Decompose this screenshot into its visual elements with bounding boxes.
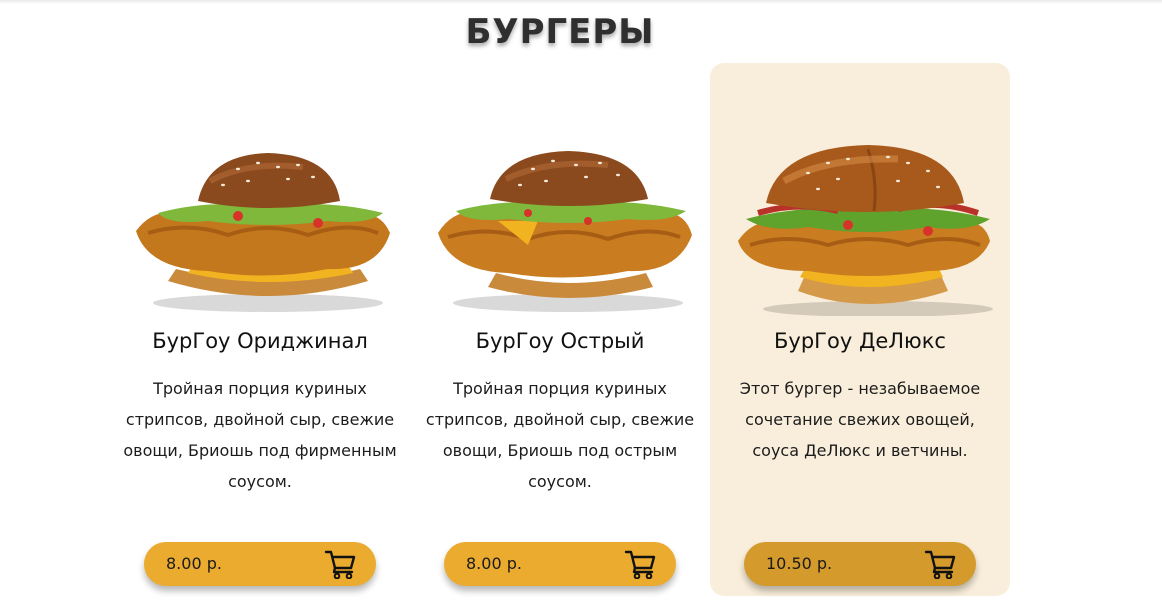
burger-photo[interactable] [128,141,393,316]
product-name[interactable]: БурГоу Острый [410,329,710,353]
product-price: 8.00 р. [166,554,222,573]
burger-photo[interactable] [428,141,693,316]
product-name[interactable]: БурГоу Ориджинал [110,329,410,353]
add-to-cart-button[interactable]: 8.00 р. [444,542,676,586]
add-to-cart-button[interactable]: 8.00 р. [144,542,376,586]
cart-icon [324,550,356,579]
header-divider [0,0,1162,4]
product-description: Тройная порция куриных стрипсов, двойной… [425,379,695,491]
cart-icon [624,550,656,579]
product-description: Тройная порция куриных стрипсов, двойной… [123,379,397,491]
product-price: 10.50 р. [766,554,833,573]
add-to-cart-button[interactable]: 10.50 р. [744,542,976,586]
product-card-spicy[interactable]: БурГоу Острый Тройная порция куриных стр… [410,63,710,596]
product-card-deluxe[interactable]: БурГоу ДеЛюкс Этот бургер - незабываемое… [710,63,1010,596]
cart-icon [924,550,956,579]
product-description: Этот бургер - незабываемое сочетание све… [739,379,981,460]
product-name[interactable]: БурГоу ДеЛюкс [710,329,1010,353]
burger-photo[interactable] [728,141,993,317]
product-price: 8.00 р. [466,554,522,573]
product-card-original[interactable]: БурГоу Ориджинал Тройная порция куриных … [110,63,410,596]
section-title: БУРГЕРЫ [465,12,655,52]
